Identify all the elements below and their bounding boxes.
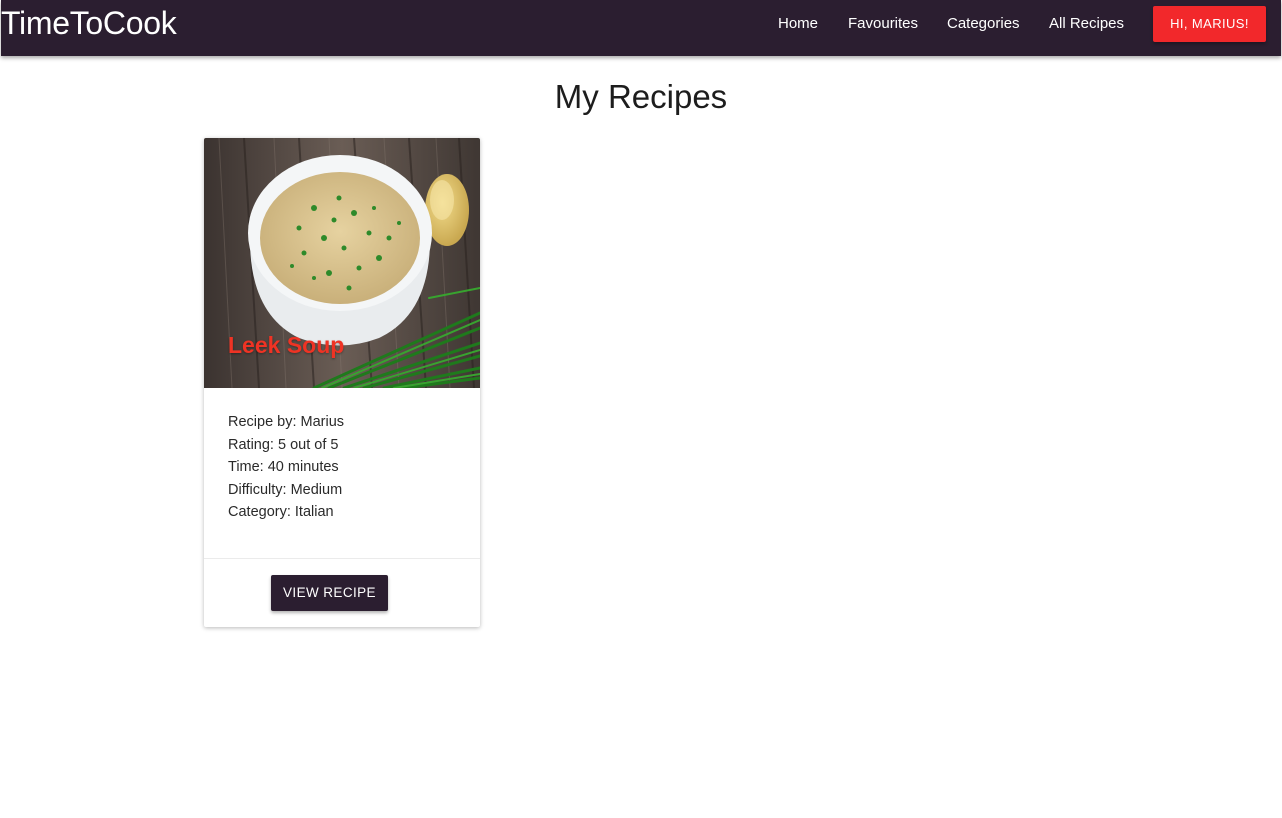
nav-link-all-recipes[interactable]: All Recipes <box>1049 14 1124 34</box>
brand-logo[interactable]: TimeToCook <box>1 3 177 43</box>
card-divider <box>204 558 480 559</box>
recipe-difficulty: Difficulty: Medium <box>228 481 343 498</box>
recipe-author: Recipe by: Marius <box>228 414 345 430</box>
nav-link-categories[interactable]: Categories <box>947 14 1020 34</box>
nav-link-favourites[interactable]: Favourites <box>848 14 918 34</box>
recipe-title[interactable]: Leek Soup <box>228 331 344 359</box>
recipe-rating: Rating: 5 out of 5 <box>228 436 339 453</box>
view-recipe-button[interactable]: VIEW RECIPE <box>271 575 388 611</box>
user-account-button[interactable]: HI, MARIUS! <box>1153 6 1266 42</box>
recipe-details: Recipe by: Marius Rating: 5 out of 5 Tim… <box>228 411 458 524</box>
page-title: My Recipes <box>554 78 728 115</box>
nav-link-home[interactable]: Home <box>778 14 818 34</box>
recipe-card: Leek Soup Recipe by: Marius Rating: 5 ou… <box>204 138 480 627</box>
recipe-time: Time: 40 minutes <box>228 459 339 475</box>
navbar: TimeToCook Home Favourites Categories Al… <box>1 0 1281 56</box>
recipe-category: Category: Italian <box>228 504 334 520</box>
